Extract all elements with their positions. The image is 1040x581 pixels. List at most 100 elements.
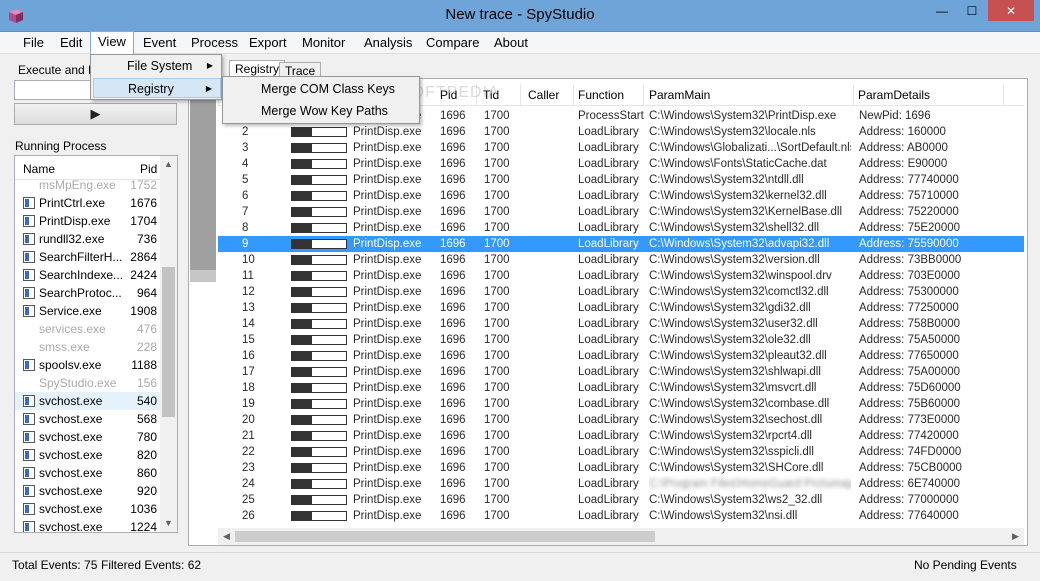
menu-event[interactable]: Event: [136, 32, 183, 54]
row-number: 24: [242, 478, 255, 490]
maximize-button[interactable]: ☐: [958, 0, 986, 21]
menu-item-merge-com-class-keys[interactable]: Merge COM Class Keys: [225, 79, 419, 99]
scrollbar-thumb[interactable]: [235, 531, 655, 542]
row-paramdetails: Address: 77250000: [859, 302, 959, 314]
trace-row[interactable]: 5 PrintDisp.exe 1696 1700 LoadLibrary C:\Wind…: [218, 172, 1024, 188]
trace-row[interactable]: 6 PrintDisp.exe 1696 1700 LoadLibrary C:\Wind…: [218, 188, 1024, 204]
column-pid[interactable]: Pid: [140, 162, 157, 176]
process-row[interactable]: SearchIndexe... 2424: [15, 266, 161, 284]
minimize-button[interactable]: —: [926, 0, 958, 21]
process-list[interactable]: Name Pid msMpEng.exe 1752 PrintCtrl.exe 167…: [14, 155, 178, 533]
row-function: LoadLibrary: [578, 462, 639, 474]
trace-row[interactable]: 24 PrintDisp.exe 1696 1700 LoadLibrary C:\Pro…: [218, 476, 1024, 492]
row-process: PrintDisp.exe: [353, 478, 422, 490]
close-button[interactable]: ✕: [988, 0, 1034, 21]
trace-row[interactable]: 8 PrintDisp.exe 1696 1700 LoadLibrary C:\Wind…: [218, 220, 1024, 236]
process-row[interactable]: svchost.exe 540: [15, 392, 161, 410]
trace-row[interactable]: 7 PrintDisp.exe 1696 1700 LoadLibrary C:\Wind…: [218, 204, 1024, 220]
run-button[interactable]: ▶: [14, 103, 177, 125]
trace-row[interactable]: 20 PrintDisp.exe 1696 1700 LoadLibrary C:\Win…: [218, 412, 1024, 428]
trace-row[interactable]: 3 PrintDisp.exe 1696 1700 LoadLibrary C:\Wind…: [218, 140, 1024, 156]
trace-row[interactable]: 26 PrintDisp.exe 1696 1700 LoadLibrary C:\Win…: [218, 508, 1024, 524]
trace-row[interactable]: 18 PrintDisp.exe 1696 1700 LoadLibrary C:\Win…: [218, 380, 1024, 396]
column-caller[interactable]: Caller: [528, 88, 559, 102]
process-row[interactable]: SearchProtoc... 964: [15, 284, 161, 302]
process-name: svchost.exe: [39, 394, 103, 408]
process-row[interactable]: spoolsv.exe 1188: [15, 356, 161, 374]
trace-row[interactable]: 12 PrintDisp.exe 1696 1700 LoadLibrary C:\Win…: [218, 284, 1024, 300]
menu-monitor[interactable]: Monitor: [295, 32, 352, 54]
row-tid: 1700: [484, 110, 510, 122]
menu-item-merge-wow-key-paths[interactable]: Merge Wow Key Paths: [225, 101, 419, 121]
process-row[interactable]: rundll32.exe 736: [15, 230, 161, 248]
process-row[interactable]: svchost.exe 920: [15, 482, 161, 500]
trace-row[interactable]: 13 PrintDisp.exe 1696 1700 LoadLibrary C:\Win…: [218, 300, 1024, 316]
scroll-right-arrow-icon[interactable]: ▶: [1007, 528, 1024, 545]
trace-row[interactable]: 14 PrintDisp.exe 1696 1700 LoadLibrary C:\Win…: [218, 316, 1024, 332]
menu-edit[interactable]: Edit: [53, 32, 89, 54]
scroll-left-arrow-icon[interactable]: ◀: [218, 528, 235, 545]
process-list-scrollbar[interactable]: ▲ ▼: [160, 156, 177, 532]
duration-bar: [291, 447, 347, 457]
column-parammain[interactable]: ParamMain: [649, 88, 710, 102]
trace-horizontal-scrollbar[interactable]: ◀ ▶: [218, 528, 1024, 545]
scroll-down-arrow-icon[interactable]: ▼: [160, 515, 177, 532]
row-tid: 1700: [484, 174, 510, 186]
trace-row[interactable]: 17 PrintDisp.exe 1696 1700 LoadLibrary C:\Win…: [218, 364, 1024, 380]
row-parammain: C:\Windows\System32\kernel32.dll: [649, 190, 827, 202]
trace-row[interactable]: 22 PrintDisp.exe 1696 1700 LoadLibrary C:\Win…: [218, 444, 1024, 460]
process-row[interactable]: svchost.exe 568: [15, 410, 161, 428]
process-row[interactable]: SpyStudio.exe 156: [15, 374, 161, 392]
process-row[interactable]: svchost.exe 860: [15, 464, 161, 482]
scroll-up-arrow-icon[interactable]: ▲: [160, 156, 177, 173]
process-row[interactable]: svchost.exe 820: [15, 446, 161, 464]
column-name[interactable]: Name: [23, 162, 55, 176]
menu-file[interactable]: File: [16, 32, 51, 54]
menu-item-registry[interactable]: Registry ▶: [93, 78, 221, 98]
menu-item-file-system[interactable]: File System ▶: [93, 56, 221, 76]
process-pid: 1036: [130, 502, 157, 516]
trace-row[interactable]: 23 PrintDisp.exe 1696 1700 LoadLibrary C:\Win…: [218, 460, 1024, 476]
trace-row[interactable]: 2 PrintDisp.exe 1696 1700 LoadLibrary C:\Wind…: [218, 124, 1024, 140]
process-row[interactable]: PrintCtrl.exe 1676: [15, 194, 161, 212]
status-total-events: Total Events: 75: [12, 558, 98, 572]
row-paramdetails: Address: AB0000: [859, 142, 948, 154]
row-tid: 1700: [484, 382, 510, 394]
trace-row[interactable]: 11 PrintDisp.exe 1696 1700 LoadLibrary C:\Win…: [218, 268, 1024, 284]
trace-row[interactable]: 25 PrintDisp.exe 1696 1700 LoadLibrary C:\Win…: [218, 492, 1024, 508]
row-pid: 1696: [440, 270, 466, 282]
trace-row[interactable]: 15 PrintDisp.exe 1696 1700 LoadLibrary C:\Win…: [218, 332, 1024, 348]
process-row[interactable]: msMpEng.exe 1752: [15, 176, 161, 194]
column-paramdetails[interactable]: ParamDetails: [858, 88, 930, 102]
process-name: spoolsv.exe: [39, 358, 102, 372]
process-row[interactable]: services.exe 476: [15, 320, 161, 338]
menu-compare[interactable]: Compare: [419, 32, 486, 54]
row-pid: 1696: [440, 382, 466, 394]
menu-analysis[interactable]: Analysis: [357, 32, 419, 54]
scrollbar-thumb[interactable]: [162, 267, 175, 417]
menu-export[interactable]: Export: [242, 32, 294, 54]
column-function[interactable]: Function: [578, 88, 624, 102]
trace-row[interactable]: 10 PrintDisp.exe 1696 1700 LoadLibrary C:\Win…: [218, 252, 1024, 268]
process-row[interactable]: PrintDisp.exe 1704: [15, 212, 161, 230]
process-row[interactable]: smss.exe 228: [15, 338, 161, 356]
trace-row[interactable]: 4 PrintDisp.exe 1696 1700 LoadLibrary C:\Wind…: [218, 156, 1024, 172]
process-row[interactable]: Service.exe 1908: [15, 302, 161, 320]
row-pid: 1696: [440, 142, 466, 154]
menu-process[interactable]: Process: [184, 32, 245, 54]
row-process: PrintDisp.exe: [353, 142, 422, 154]
process-row[interactable]: svchost.exe 1036: [15, 500, 161, 518]
process-row[interactable]: SearchFilterH... 2864: [15, 248, 161, 266]
process-row[interactable]: svchost.exe 780: [15, 428, 161, 446]
process-name: svchost.exe: [39, 466, 103, 480]
menu-about[interactable]: About: [487, 32, 535, 54]
duration-bar: [291, 399, 347, 409]
menu-view[interactable]: View: [90, 31, 134, 55]
row-parammain: C:\Program Files\HomeGuard Pro\umap.dll: [649, 478, 851, 490]
row-paramdetails: Address: 6E740000: [859, 478, 961, 490]
trace-row[interactable]: 21 PrintDisp.exe 1696 1700 LoadLibrary C:\Win…: [218, 428, 1024, 444]
process-row[interactable]: svchost.exe 1224: [15, 518, 161, 532]
trace-row[interactable]: 19 PrintDisp.exe 1696 1700 LoadLibrary C:\Win…: [218, 396, 1024, 412]
trace-row[interactable]: 9 PrintDisp.exe 1696 1700 LoadLibrary C:\Wind…: [218, 236, 1024, 252]
trace-row[interactable]: 16 PrintDisp.exe 1696 1700 LoadLibrary C:\Win…: [218, 348, 1024, 364]
